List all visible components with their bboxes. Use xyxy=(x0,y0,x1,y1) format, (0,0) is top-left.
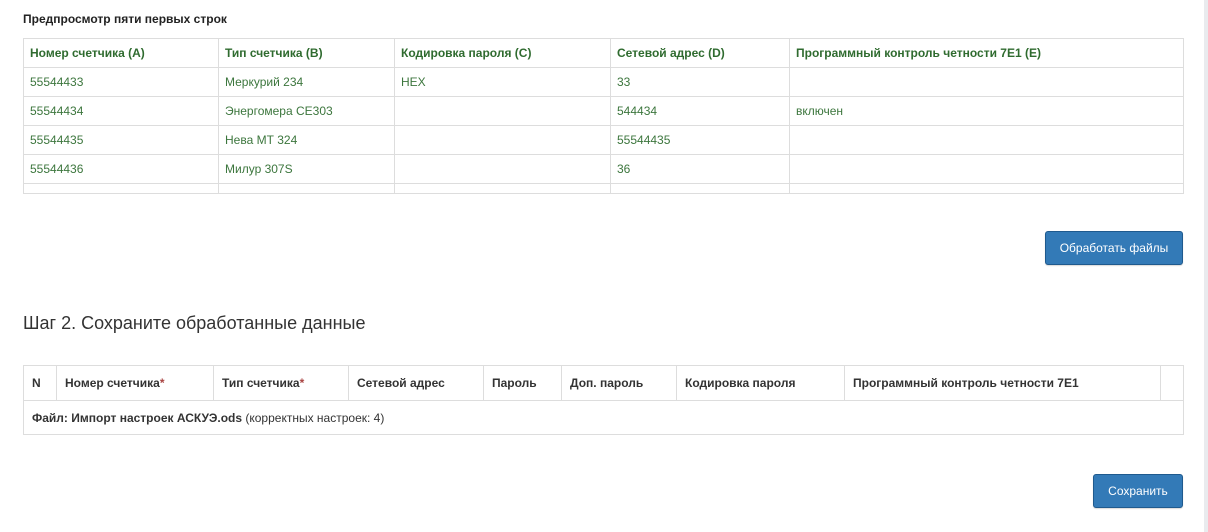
result-col-meter-type: Тип счетчика* xyxy=(213,365,349,401)
preview-header-row: Номер счетчика (A) Тип счетчика (B) Коди… xyxy=(23,38,1184,68)
result-col-meter-number: Номер счетчика* xyxy=(56,365,214,401)
result-col-password-encoding: Кодировка пароля xyxy=(676,365,845,401)
preview-col-password-encoding: Кодировка пароля (C) xyxy=(394,38,611,68)
file-info-cell: Файл: Импорт настроек АСКУЭ.ods (коррект… xyxy=(23,400,1184,435)
table-cell: 33 xyxy=(610,67,790,97)
required-mark: * xyxy=(159,376,165,390)
table-cell xyxy=(610,183,790,194)
result-col-password: Пароль xyxy=(483,365,562,401)
table-cell xyxy=(394,125,611,155)
table-cell xyxy=(394,96,611,126)
preview-col-meter-type: Тип счетчика (B) xyxy=(218,38,395,68)
page: Предпросмотр пяти первых строк Номер сче… xyxy=(0,0,1204,532)
table-row: 55544435 Нева МТ 324 55544435 xyxy=(23,125,1184,155)
table-cell: Меркурий 234 xyxy=(218,67,395,97)
table-cell xyxy=(789,125,1184,155)
table-row xyxy=(23,183,1184,194)
file-count: (корректных настроек: 4) xyxy=(245,410,385,425)
table-cell: включен xyxy=(789,96,1184,126)
table-cell xyxy=(394,183,611,194)
table-cell xyxy=(789,183,1184,194)
table-cell: 55544435 xyxy=(610,125,790,155)
table-cell: HEX xyxy=(394,67,611,97)
required-mark: * xyxy=(299,376,305,390)
preview-col-meter-number: Номер счетчика (A) xyxy=(23,38,219,68)
preview-table: Номер счетчика (A) Тип счетчика (B) Коди… xyxy=(23,38,1184,194)
table-cell xyxy=(394,154,611,184)
result-col-parity-control: Программный контроль четности 7E1 xyxy=(844,365,1161,401)
table-cell: 55544435 xyxy=(23,125,219,155)
table-cell: 544434 xyxy=(610,96,790,126)
preview-title: Предпросмотр пяти первых строк xyxy=(23,12,227,26)
step2-title: Шаг 2. Сохраните обработанные данные xyxy=(23,313,366,333)
table-cell xyxy=(218,183,395,194)
page-gutter xyxy=(1204,0,1208,532)
table-row: 55544436 Милур 307S 36 xyxy=(23,154,1184,184)
preview-col-network-address: Сетевой адрес (D) xyxy=(610,38,790,68)
file-row: Файл: Импорт настроек АСКУЭ.ods (коррект… xyxy=(23,400,1184,435)
table-cell: 55544436 xyxy=(23,154,219,184)
table-cell xyxy=(789,67,1184,97)
result-col-n: N xyxy=(23,365,57,401)
result-col-extra-password: Доп. пароль xyxy=(561,365,677,401)
table-cell xyxy=(789,154,1184,184)
table-row: 55544433 Меркурий 234 HEX 33 xyxy=(23,67,1184,97)
table-cell: Энергомера CE303 xyxy=(218,96,395,126)
table-cell: 36 xyxy=(610,154,790,184)
table-cell: Милур 307S xyxy=(218,154,395,184)
table-row: 55544434 Энергомера CE303 544434 включен xyxy=(23,96,1184,126)
save-button[interactable]: Сохранить xyxy=(1093,474,1183,508)
table-cell xyxy=(23,183,219,194)
result-col-extra xyxy=(1160,365,1184,401)
table-cell: 55544433 xyxy=(23,67,219,97)
table-cell: 55544434 xyxy=(23,96,219,126)
result-col-network-address: Сетевой адрес xyxy=(348,365,484,401)
preview-col-parity-control: Программный контроль четности 7E1 (E) xyxy=(789,38,1184,68)
process-files-button[interactable]: Обработать файлы xyxy=(1045,231,1183,265)
file-name: Файл: Импорт настроек АСКУЭ.ods xyxy=(32,410,243,425)
result-header-row: N Номер счетчика* Тип счетчика* Сетевой … xyxy=(23,365,1184,401)
result-table: N Номер счетчика* Тип счетчика* Сетевой … xyxy=(23,365,1184,435)
table-cell: Нева МТ 324 xyxy=(218,125,395,155)
